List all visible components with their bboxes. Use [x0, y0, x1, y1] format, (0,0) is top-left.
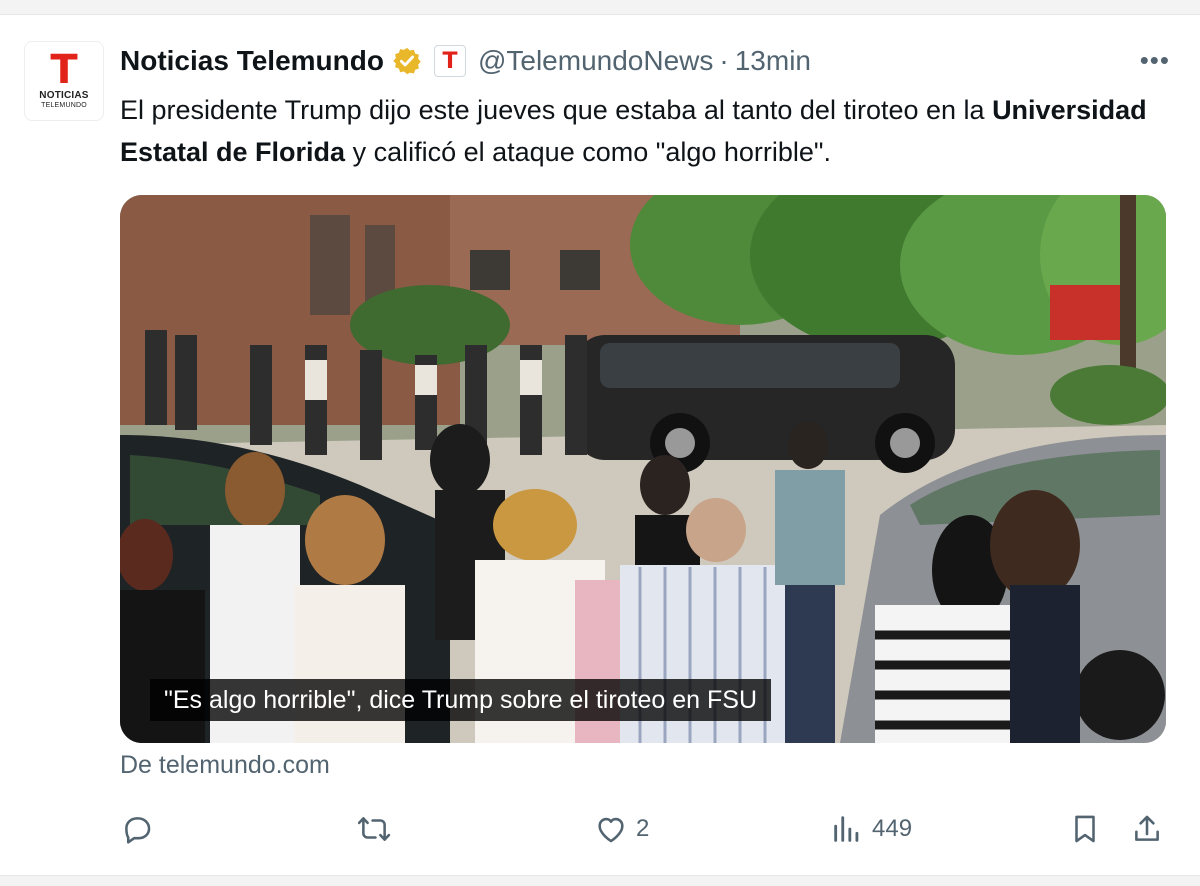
account-handle[interactable]: @TelemundoNews [478, 45, 713, 77]
verified-badge-icon[interactable] [392, 46, 422, 76]
video-caption: "Es algo horrible", dice Trump sobre el … [150, 679, 772, 721]
link-source[interactable]: De telemundo.com [120, 751, 330, 780]
repost-icon [357, 817, 391, 841]
post-card: T NOTICIAS TELEMUNDO Noticias Telemundo … [0, 14, 1200, 876]
bookmark-icon [1075, 815, 1095, 843]
bookmark-button[interactable] [1068, 809, 1102, 849]
avatar-brand: NOTICIAS [39, 90, 89, 101]
views-button[interactable]: 449 [830, 809, 912, 849]
avatar-brand-sub: TELEMUNDO [41, 102, 87, 109]
post-text-part1: El presidente Trump dijo este jueves que… [120, 95, 985, 125]
share-icon [1135, 815, 1159, 841]
post-text-part2: y calificó el ataque como "algo horrible… [352, 137, 831, 167]
avatar[interactable]: T NOTICIAS TELEMUNDO [24, 41, 104, 121]
post-video[interactable] [120, 195, 1166, 743]
post-text: El presidente Trump dijo este jueves que… [120, 89, 1160, 173]
telemundo-logo-icon: T [50, 47, 78, 93]
reply-button[interactable] [120, 809, 154, 849]
heart-icon [598, 817, 624, 843]
like-button[interactable]: 2 [594, 809, 649, 849]
action-bar: 2 449 [120, 809, 1166, 849]
views-count: 449 [872, 815, 913, 842]
share-button[interactable] [1130, 809, 1164, 849]
repost-button[interactable] [357, 809, 391, 849]
post-header: Noticias Telemundo T @TelemundoNews · 13… [120, 41, 1170, 81]
account-name[interactable]: Noticias Telemundo [120, 45, 384, 77]
views-icon [834, 816, 859, 842]
like-count: 2 [636, 815, 650, 842]
separator-dot: · [719, 45, 729, 76]
reply-icon [125, 817, 151, 844]
video-frame-image [120, 195, 1166, 743]
more-options-button[interactable]: ••• [1140, 45, 1170, 76]
post-time[interactable]: 13min [735, 45, 811, 77]
affiliate-badge-icon[interactable]: T [433, 45, 466, 77]
